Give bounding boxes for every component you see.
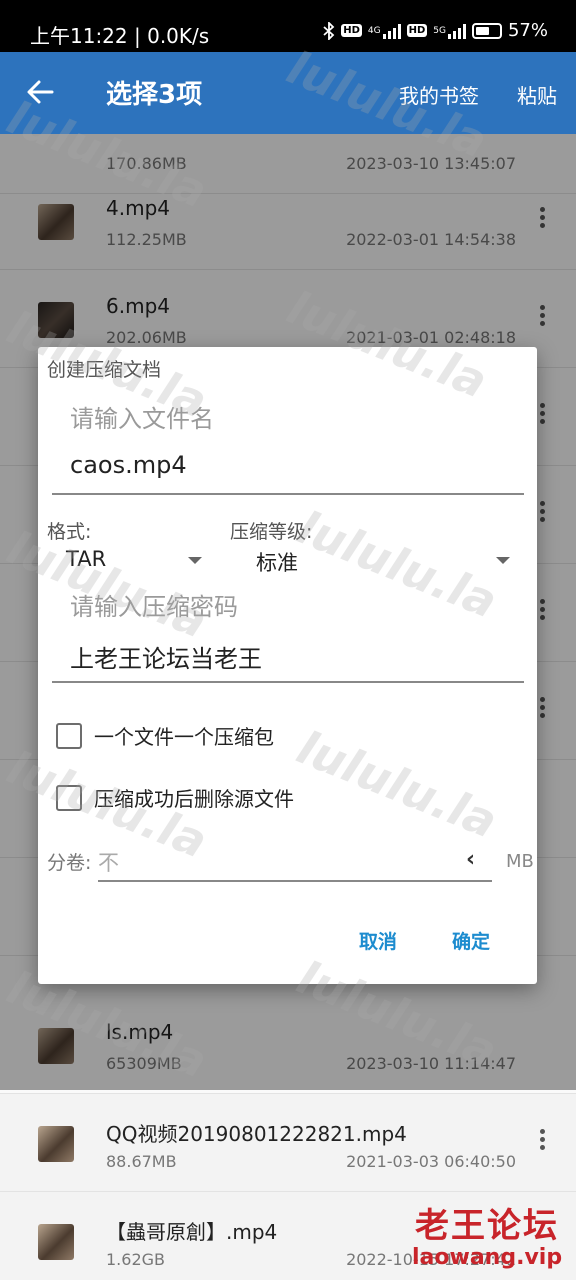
checkbox-label: 压缩成功后删除源文件	[94, 787, 294, 811]
video-thumbnail	[38, 1126, 74, 1162]
app-bar: 选择3项 我的书签 粘贴	[0, 52, 576, 134]
compression-level-label: 压缩等级:	[230, 521, 313, 543]
password-hint: 请输入压缩密码	[70, 593, 238, 621]
battery-icon	[471, 22, 502, 39]
format-label: 格式:	[47, 521, 92, 543]
checkbox-label: 一个文件一个压缩包	[94, 725, 274, 749]
one-archive-per-file-option[interactable]: 一个文件一个压缩包	[56, 721, 274, 750]
battery-fill	[475, 26, 489, 35]
format-dropdown-icon[interactable]	[188, 557, 202, 564]
signal-icon-2	[447, 23, 466, 39]
bluetooth-icon	[323, 21, 335, 40]
file-name: QQ视频20190801222821.mp4	[106, 1122, 407, 1146]
forum-logo-name: 老王论坛	[415, 1206, 560, 1246]
paste-button[interactable]: 粘贴	[517, 80, 557, 109]
file-row[interactable]: QQ视频20190801222821.mp4 88.67MB 2021-03-0…	[0, 1094, 576, 1192]
network-type-label-2: 5G	[433, 25, 446, 36]
split-volume-label: 分卷:	[47, 852, 92, 874]
back-arrow-icon[interactable]	[26, 72, 56, 112]
file-date: 2021-03-03 06:40:50	[346, 1152, 516, 1171]
format-select[interactable]: TAR	[66, 547, 106, 571]
filename-input[interactable]: caos.mp4	[70, 451, 187, 479]
split-unit-label: MB	[506, 851, 534, 872]
file-name: 【蟲哥原創】.mp4	[106, 1220, 278, 1244]
bookmarks-button[interactable]: 我的书签	[399, 80, 479, 109]
hd-badge-2: HD	[406, 24, 428, 37]
status-icons: HD 4G HD 5G 57%	[323, 20, 548, 41]
video-thumbnail	[38, 1224, 74, 1260]
status-time: 上午11:22 | 0.0K/s	[30, 24, 210, 48]
chevron-left-icon[interactable]: ‹	[466, 847, 475, 872]
password-underline	[52, 681, 524, 683]
file-size: 88.67MB	[106, 1152, 177, 1171]
status-bar: 上午11:22 | 0.0K/s HD 4G HD 5G 57%	[0, 0, 576, 52]
cancel-button[interactable]: 取消	[359, 927, 397, 954]
page-title: 选择3项	[106, 80, 203, 110]
level-dropdown-icon[interactable]	[496, 557, 510, 564]
forum-logo: 老王论坛 laowang.vip	[412, 1198, 562, 1270]
confirm-button[interactable]: 确定	[452, 927, 490, 954]
battery-percent: 57%	[507, 20, 548, 41]
more-vert-icon[interactable]	[530, 1126, 554, 1162]
delete-source-option[interactable]: 压缩成功后删除源文件	[56, 783, 294, 812]
hd-badge: HD	[341, 24, 362, 37]
checkbox[interactable]	[56, 722, 82, 749]
compression-level-select[interactable]: 标准	[256, 547, 298, 577]
filename-hint: 请输入文件名	[70, 405, 214, 433]
checkbox[interactable]	[56, 784, 82, 811]
dialog-title: 创建压缩文档	[47, 359, 162, 381]
network-type-label: 4G	[367, 25, 381, 36]
password-input[interactable]: 上老王论坛当老王	[70, 639, 262, 674]
signal-icon	[382, 23, 401, 39]
split-volume-input[interactable]: 不	[98, 847, 119, 877]
split-underline	[98, 880, 492, 882]
forum-logo-url: laowang.vip	[412, 1245, 563, 1270]
filename-underline	[52, 493, 524, 495]
file-size: 1.62GB	[106, 1250, 165, 1269]
create-archive-dialog: 创建压缩文档 请输入文件名 caos.mp4 格式: 压缩等级: TAR 标准 …	[38, 347, 537, 984]
